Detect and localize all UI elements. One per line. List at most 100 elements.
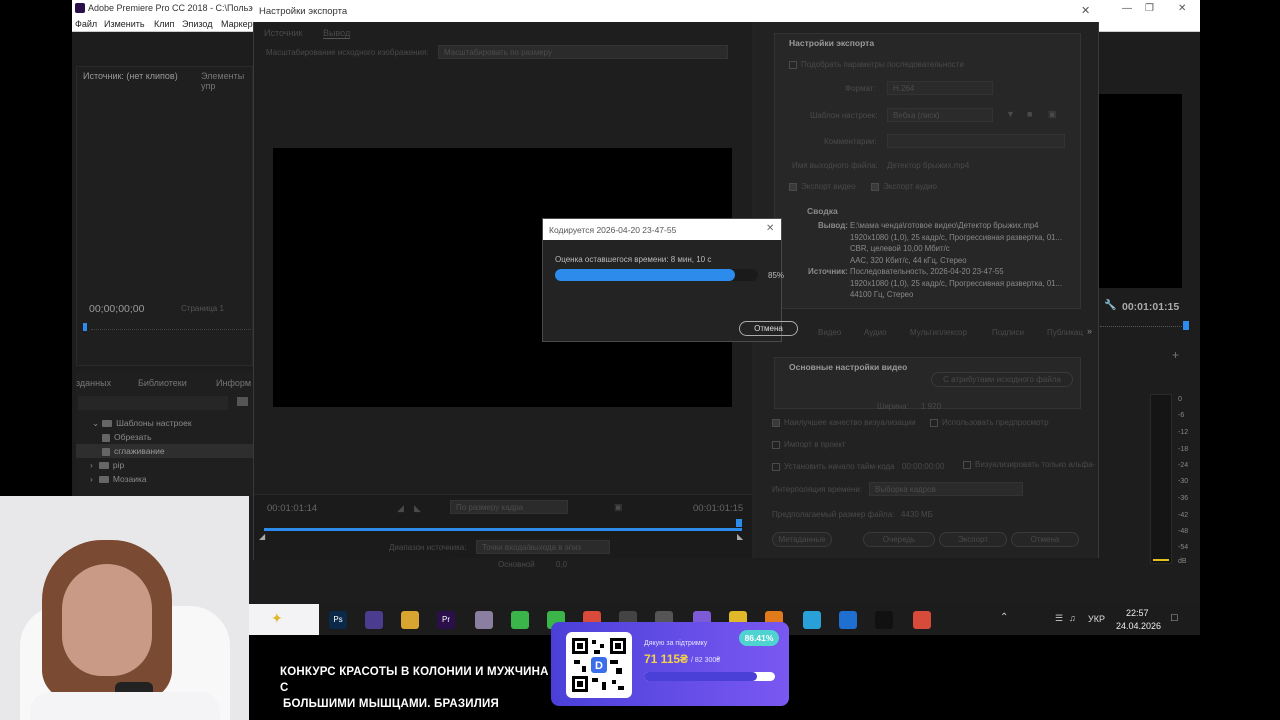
delete-preset-icon[interactable]: ▣ [1048, 109, 1057, 120]
close-icon[interactable]: ✕ [766, 223, 774, 234]
menu-file[interactable]: Файл [75, 19, 97, 29]
tree-item-crop[interactable]: Обрезать [76, 430, 256, 444]
timeline-out-marker[interactable] [736, 519, 742, 527]
project-panel: зданных Библиотеки Информ ⌄ Шаблоны настр… [76, 372, 256, 496]
match-sequence-checkbox[interactable]: Подобрать параметры последовательности [789, 60, 964, 69]
clock-date[interactable]: 24.04.2026 [1116, 621, 1161, 631]
out-timecode: 00:01:01:15 [693, 503, 744, 514]
export-button[interactable]: Экспорт [939, 532, 1007, 547]
tab-captions[interactable]: Подписи [992, 328, 1024, 337]
checkbox-icon [963, 460, 971, 469]
tree-item-smoothing[interactable]: сглаживание [76, 444, 256, 458]
notification-icon[interactable]: □ [1171, 612, 1178, 624]
app-icon[interactable] [365, 611, 383, 629]
encoding-progress-fill [555, 269, 735, 281]
menu-clip[interactable]: Клип [154, 19, 174, 29]
source-playhead[interactable] [83, 323, 87, 331]
summary-source-line: 1920x1080 (1,0), 25 кадр/с, Прогрессивна… [850, 278, 1062, 288]
terminal-icon[interactable] [875, 611, 893, 629]
clock-time[interactable]: 22:57 [1126, 608, 1149, 618]
save-preset-icon[interactable]: ▼ [1006, 109, 1015, 119]
tab-info[interactable]: Информ [216, 378, 251, 388]
close-icon[interactable]: ✕ [1178, 3, 1186, 14]
chrome-icon[interactable] [913, 611, 931, 629]
tab-source[interactable]: Источник: (нет клипов) [83, 71, 178, 81]
fit-select[interactable]: По размеру кадра [450, 500, 568, 514]
scale-select[interactable]: Масштабировать по размеру [438, 45, 728, 59]
chevron-down-icon: ⌄ [92, 418, 100, 428]
import-preset-icon[interactable]: ■ [1027, 109, 1032, 119]
interp-select[interactable]: Выборка кадров [869, 482, 1023, 496]
tree-item-presets[interactable]: ⌄ Шаблоны настроек [76, 416, 256, 430]
menu-sequence[interactable]: Эпизод [182, 19, 212, 29]
tab-publish[interactable]: Публикац [1047, 328, 1083, 337]
format-select[interactable]: H.264 [887, 81, 993, 95]
program-playhead[interactable] [1183, 321, 1189, 330]
export-video-checkbox[interactable]: Экспорт видео [789, 182, 856, 191]
page-select[interactable]: Страница 1 [181, 304, 224, 313]
tab-multiplexer[interactable]: Мультиплексор [910, 328, 967, 337]
set-timecode-checkbox[interactable]: Установить начало тайм-кода [772, 462, 895, 471]
tray-chevron-icon[interactable]: ⌃ [1000, 612, 1008, 623]
crop-icon[interactable]: ▣ [614, 502, 623, 513]
dots-icon[interactable] [839, 611, 857, 629]
max-quality-checkbox[interactable]: Наилучшее качество визуализации [772, 418, 916, 427]
out-point-icon[interactable]: ◣ [737, 532, 743, 541]
in-point-icon[interactable]: ◢ [259, 532, 265, 541]
track-label: Основной [498, 560, 535, 569]
set-in-icon[interactable]: ◢ [397, 503, 404, 514]
tab-audio[interactable]: Аудио [864, 328, 887, 337]
menu-edit[interactable]: Изменить [104, 19, 145, 29]
alpha-only-checkbox[interactable]: Визуализировать только альфа- [963, 460, 1095, 469]
android-icon[interactable] [511, 611, 529, 629]
tree-item-pip[interactable]: › pip [76, 458, 256, 472]
import-project-checkbox[interactable]: Импорт в проект [772, 440, 846, 449]
minimize-icon[interactable]: — [1122, 3, 1132, 14]
telegram-icon[interactable] [803, 611, 821, 629]
tab-video[interactable]: Видео [818, 328, 841, 337]
meter-tick: -6 [1178, 412, 1185, 419]
tab-created[interactable]: зданных [76, 378, 111, 388]
cancel-button[interactable]: Отмена [1011, 532, 1079, 547]
volume-icon[interactable]: ♫ [1069, 613, 1076, 623]
folder-icon[interactable] [401, 611, 419, 629]
wrench-icon[interactable]: 🔧 [1104, 300, 1116, 311]
restore-icon[interactable]: ❐ [1145, 3, 1154, 14]
project-search[interactable] [78, 396, 228, 410]
format-label: Формат: [845, 84, 876, 93]
queue-button[interactable]: Очередь [863, 532, 935, 547]
paint-icon[interactable] [475, 611, 493, 629]
more-tabs-icon[interactable]: » [1087, 326, 1092, 336]
screen: Adobe Premiere Pro CC 2018 - C:\Пользов … [0, 0, 1280, 720]
network-icon[interactable]: ☰ [1055, 613, 1063, 624]
preset-select[interactable]: Вебка (лиск) [887, 108, 993, 122]
encoding-titlebar: Кодируется 2026-04-20 23-47-55 ✕ [543, 219, 781, 240]
encoding-cancel-button[interactable]: Отмена [739, 321, 798, 336]
premiere-icon[interactable]: Pr [437, 611, 455, 629]
add-button-icon[interactable]: + [1172, 348, 1179, 362]
close-icon[interactable]: ✕ [1081, 4, 1090, 17]
match-source-button[interactable]: С атрибутами исходного файла [931, 372, 1073, 387]
export-timeline-bar[interactable] [264, 528, 742, 531]
tab-effect-controls[interactable]: Элементы упр [201, 71, 252, 91]
checkbox-icon [772, 462, 780, 471]
tab-source[interactable]: Источник [264, 28, 302, 38]
language-indicator[interactable]: УКР [1088, 614, 1105, 624]
width-value[interactable]: 1 920 [921, 402, 941, 411]
comments-input[interactable] [887, 134, 1065, 148]
use-previews-checkbox[interactable]: Использовать предпросмотр [930, 418, 1049, 427]
summary-source-label: Источник: [808, 267, 848, 276]
set-out-icon[interactable]: ◣ [414, 503, 421, 514]
new-bin-icon[interactable] [237, 397, 248, 406]
widgets-button[interactable]: ✦ [249, 604, 319, 635]
output-name-link[interactable]: Детектор брыжих.mp4 [887, 161, 969, 170]
export-audio-checkbox[interactable]: Экспорт аудио [871, 182, 937, 191]
tree-item-mosaic[interactable]: › Мозаика [76, 472, 256, 486]
tab-libraries[interactable]: Библиотеки [138, 378, 187, 388]
photoshop-icon[interactable]: Ps [329, 611, 347, 629]
source-range-select[interactable]: Точки входа/выхода в эпиз [476, 540, 610, 554]
tab-output[interactable]: Вывод [323, 28, 351, 39]
start-timecode[interactable]: 00:00:00:00 [902, 462, 944, 471]
menu-marker[interactable]: Маркер [221, 19, 253, 29]
metadata-button[interactable]: Метаданные [772, 532, 832, 547]
